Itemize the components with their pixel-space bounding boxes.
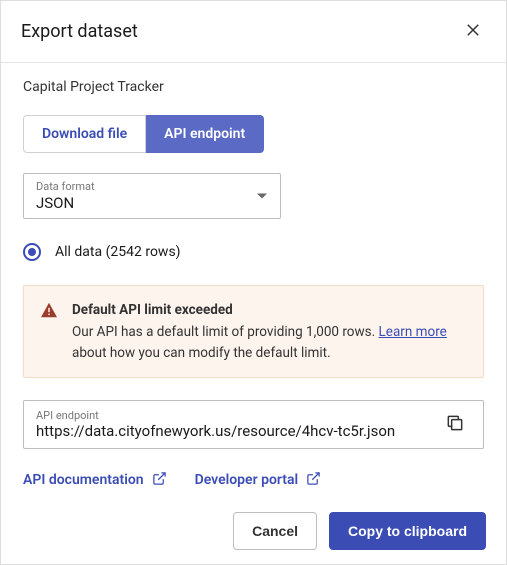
dialog-body: Capital Project Tracker Download file AP…: [1, 63, 506, 498]
copy-to-clipboard-button[interactable]: Copy to clipboard: [329, 512, 486, 550]
api-endpoint-label: API endpoint: [36, 409, 439, 422]
close-button[interactable]: [460, 17, 486, 46]
warning-text-after: about how you can modify the default lim…: [72, 345, 331, 361]
copy-icon: [445, 421, 465, 436]
chevron-down-icon: [257, 194, 267, 199]
data-format-value: JSON: [36, 194, 74, 212]
warning-content: Default API limit exceeded Our API has a…: [72, 300, 467, 363]
external-link-icon: [152, 471, 167, 490]
data-format-select[interactable]: Data format JSON: [23, 173, 281, 219]
warning-title: Default API limit exceeded: [72, 300, 467, 320]
cancel-button[interactable]: Cancel: [233, 512, 317, 550]
api-endpoint-field[interactable]: API endpoint https://data.cityofnewyork.…: [23, 400, 484, 449]
api-documentation-label: API documentation: [23, 472, 144, 488]
external-link-icon: [306, 471, 321, 490]
close-icon: [464, 21, 482, 42]
developer-portal-link[interactable]: Developer portal: [195, 471, 322, 490]
developer-portal-label: Developer portal: [195, 472, 299, 488]
data-format-label: Data format: [36, 180, 268, 193]
dialog-footer: Cancel Copy to clipboard: [1, 498, 506, 564]
warning-icon: [40, 302, 58, 363]
dialog-title: Export dataset: [21, 21, 138, 42]
external-links: API documentation Developer portal: [23, 471, 484, 490]
copy-endpoint-button[interactable]: [439, 407, 471, 442]
export-dataset-dialog: Export dataset Capital Project Tracker D…: [0, 0, 507, 565]
scope-radio-row: All data (2542 rows): [23, 243, 484, 261]
learn-more-link[interactable]: Learn more: [379, 324, 447, 340]
tab-download-file[interactable]: Download file: [23, 115, 146, 153]
tabs: Download file API endpoint: [23, 115, 484, 153]
radio-all-data-label: All data (2542 rows): [55, 244, 181, 260]
api-endpoint-value: https://data.cityofnewyork.us/resource/4…: [36, 422, 439, 440]
warning-banner: Default API limit exceeded Our API has a…: [23, 285, 484, 378]
api-documentation-link[interactable]: API documentation: [23, 471, 167, 490]
warning-text-before: Our API has a default limit of providing…: [72, 324, 379, 340]
radio-all-data[interactable]: [23, 243, 41, 261]
dialog-header: Export dataset: [1, 1, 506, 63]
tab-api-endpoint[interactable]: API endpoint: [146, 115, 264, 153]
dataset-name: Capital Project Tracker: [23, 79, 484, 95]
radio-selected-icon: [28, 248, 36, 256]
